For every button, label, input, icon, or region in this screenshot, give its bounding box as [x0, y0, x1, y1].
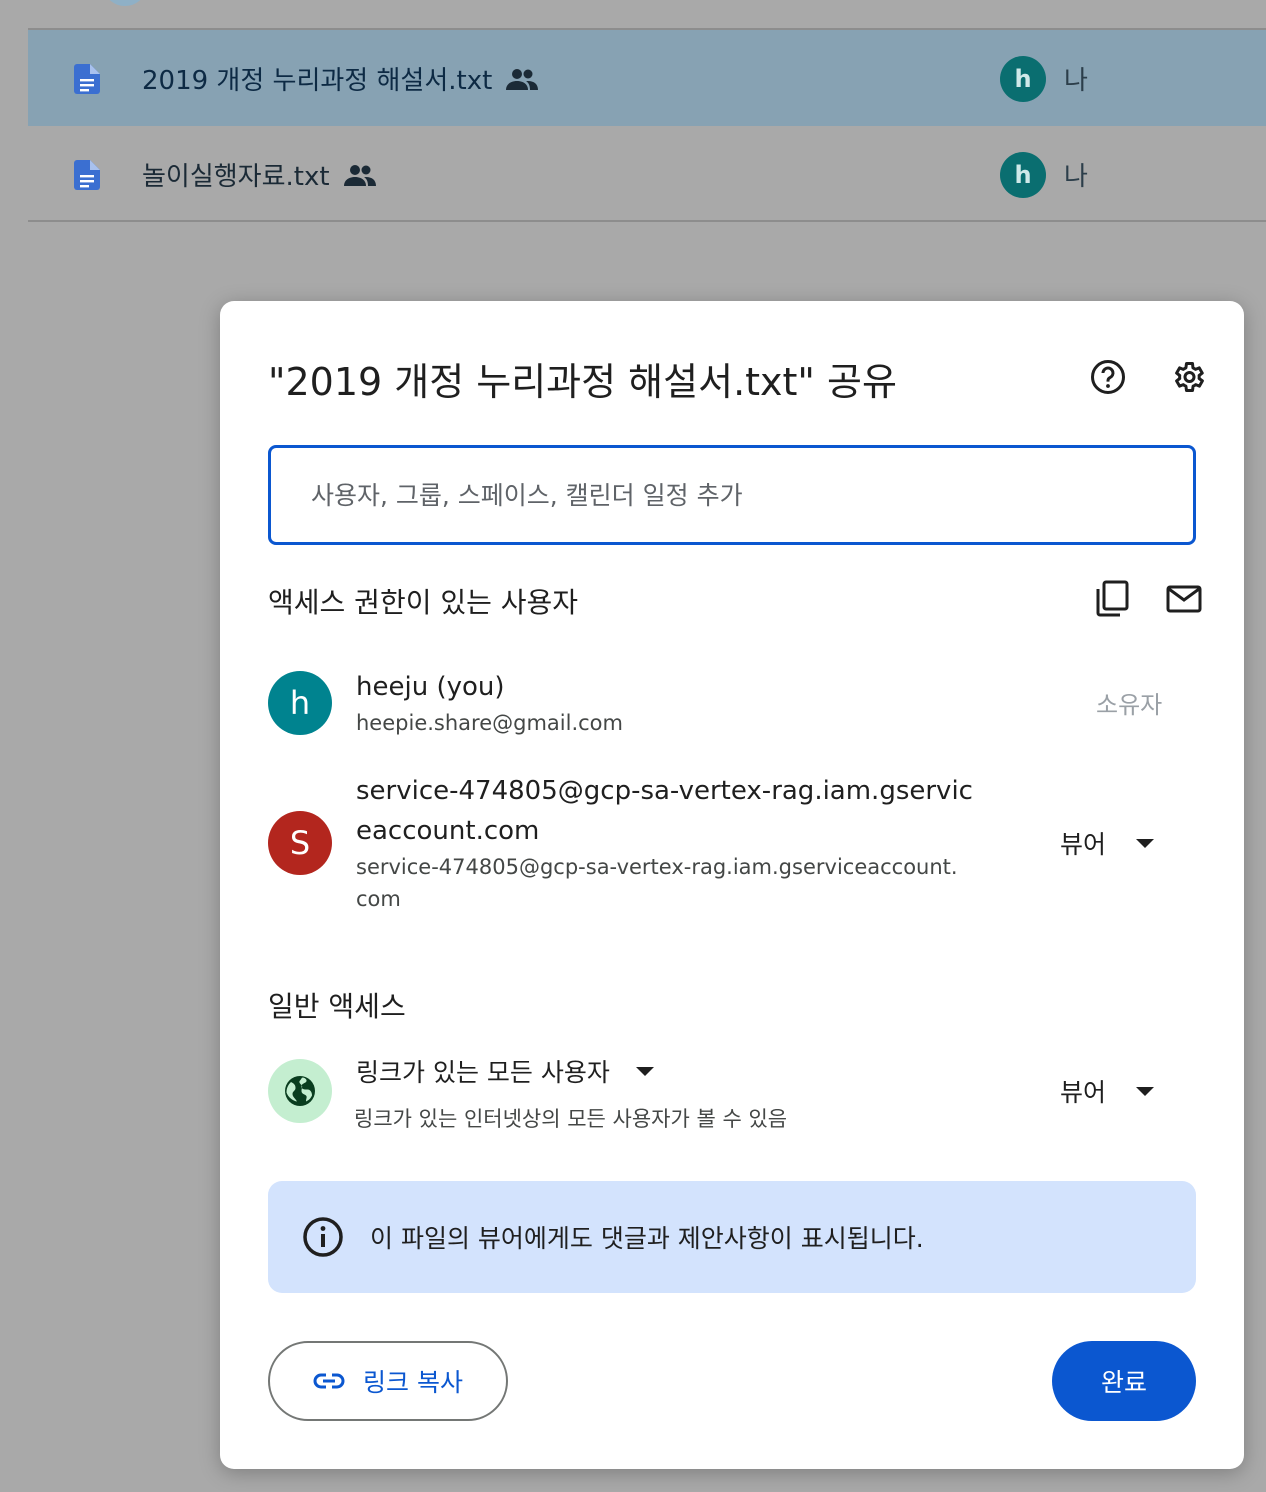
help-circle-icon: [1091, 360, 1125, 394]
copy-link-button[interactable]: 링크 복사: [268, 1341, 508, 1421]
people-search-input[interactable]: [311, 480, 1193, 510]
owner-label: 나: [1064, 162, 1088, 192]
owner-avatar: h: [1000, 56, 1046, 102]
done-button[interactable]: 완료: [1052, 1341, 1196, 1421]
person-email: heepie.share@gmail.com: [356, 711, 623, 735]
owner-label: 나: [1064, 66, 1088, 96]
access-description: 링크가 있는 인터넷상의 모든 사용자가 볼 수 있음: [354, 1107, 788, 1131]
person-name: service-474805@gcp-sa-vertex-rag.iam.gse…: [356, 776, 973, 806]
mail-icon: [1166, 585, 1202, 613]
person-email-continued: com: [356, 887, 401, 911]
copy-icon: [1096, 580, 1129, 617]
person-name: heeju (you): [356, 672, 505, 702]
file-name: 2019 개정 누리과정 해설서.txt: [142, 66, 493, 96]
general-role-dropdown[interactable]: 뷰어: [1060, 1073, 1155, 1109]
chevron-down-icon: [1136, 1086, 1155, 1096]
gear-icon: [1175, 362, 1204, 392]
shared-people-icon: [343, 164, 376, 186]
shared-people-icon: [506, 68, 539, 90]
chevron-down-icon: [635, 1066, 654, 1076]
role-label: 뷰어: [1060, 1078, 1107, 1107]
person-name-continued: eaccount.com: [356, 816, 540, 846]
info-icon: [303, 1217, 343, 1257]
document-icon: [74, 160, 100, 190]
dialog-title: "2019 개정 누리과정 해설서.txt" 공유: [268, 360, 897, 404]
share-dialog: "2019 개정 누리과정 해설서.txt" 공유 액세스 권한이 있는 사용자…: [220, 301, 1244, 1469]
divider: [28, 220, 1266, 222]
globe-avatar: [268, 1059, 332, 1123]
owner-role-label: 소유자: [1096, 691, 1163, 719]
link-icon: [313, 1373, 345, 1389]
copy-emails-button[interactable]: [1090, 577, 1134, 621]
settings-button[interactable]: [1166, 355, 1210, 399]
file-row[interactable]: 2019 개정 누리과정 해설서.txt h 나: [28, 30, 1266, 126]
document-icon: [74, 64, 100, 94]
background-avatar: [105, 0, 145, 6]
globe-icon: [285, 1076, 315, 1106]
copy-link-label: 링크 복사: [363, 1368, 463, 1397]
avatar: h: [268, 671, 332, 735]
chevron-down-icon: [1136, 838, 1155, 848]
help-button[interactable]: [1086, 355, 1130, 399]
avatar: S: [268, 811, 332, 875]
file-row[interactable]: 놀이실행자료.txt h 나: [28, 126, 1266, 222]
owner-avatar: h: [1000, 152, 1046, 198]
info-banner: 이 파일의 뷰어에게도 댓글과 제안사항이 표시됩니다.: [268, 1181, 1196, 1293]
role-label: 뷰어: [1060, 830, 1107, 859]
info-text: 이 파일의 뷰어에게도 댓글과 제안사항이 표시됩니다.: [370, 1224, 924, 1253]
people-search-box[interactable]: [268, 445, 1196, 545]
person-email: service-474805@gcp-sa-vertex-rag.iam.gse…: [356, 855, 958, 879]
file-name: 놀이실행자료.txt: [142, 162, 330, 192]
email-button[interactable]: [1162, 577, 1206, 621]
general-access-title: 일반 액세스: [268, 990, 406, 1023]
access-scope-label: 링크가 있는 모든 사용자: [356, 1058, 610, 1087]
general-access-dropdown[interactable]: 링크가 있는 모든 사용자: [356, 1053, 654, 1089]
people-section-title: 액세스 권한이 있는 사용자: [268, 586, 579, 619]
person-role-dropdown[interactable]: 뷰어: [1060, 825, 1155, 861]
